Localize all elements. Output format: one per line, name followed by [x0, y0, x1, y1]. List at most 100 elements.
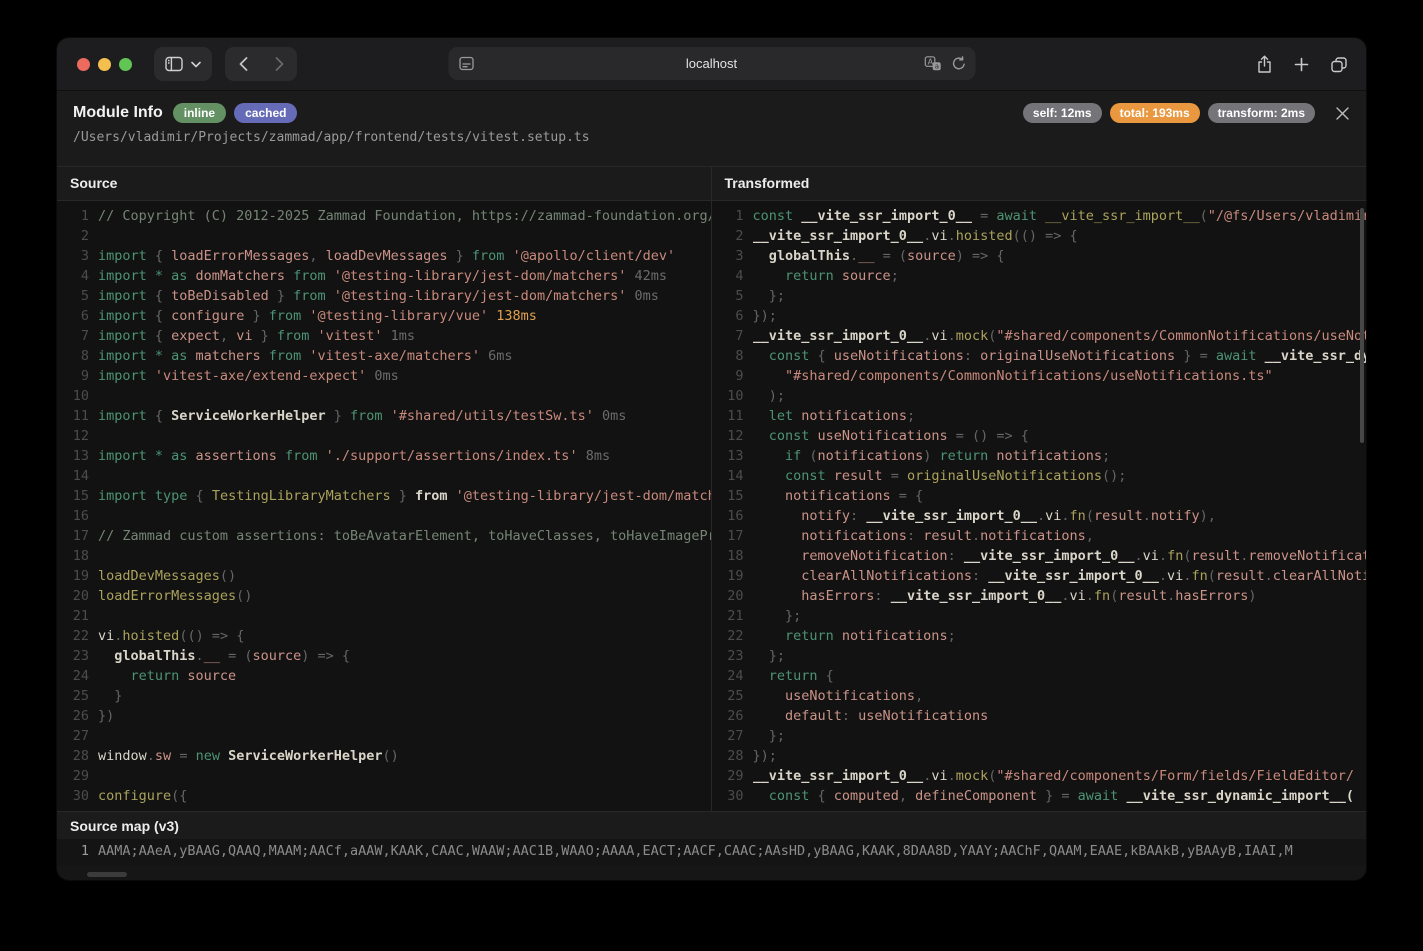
- line-number: 13: [57, 446, 89, 466]
- code-line: 25 }: [57, 686, 711, 706]
- code-line: 7__vite_ssr_import_0__.vi.mock("#shared/…: [712, 326, 1367, 346]
- tabs-overview-icon: [1330, 56, 1348, 73]
- code-line: 14: [57, 466, 711, 486]
- line-number: 15: [57, 486, 89, 506]
- share-button[interactable]: [1256, 55, 1273, 74]
- reader-icon[interactable]: [458, 56, 474, 71]
- code-line: 5 };: [712, 286, 1367, 306]
- source-panel-title: Source: [57, 167, 711, 201]
- code-line: 24 return {: [712, 666, 1367, 686]
- traffic-lights: [77, 58, 132, 71]
- line-number: 20: [57, 586, 89, 606]
- line-number: 17: [712, 526, 744, 546]
- transformed-panel-title: Transformed: [712, 167, 1367, 201]
- line-number: 16: [712, 506, 744, 526]
- code-line: 11 let notifications;: [712, 406, 1367, 426]
- module-info-header: Module Info inlinecached self: 12mstotal…: [57, 91, 1366, 166]
- transformed-code[interactable]: 1const __vite_ssr_import_0__ = await __v…: [712, 201, 1367, 811]
- line-number: 23: [57, 646, 89, 666]
- line-number: 6: [57, 306, 89, 326]
- sidebar-icon: [165, 56, 183, 72]
- vertical-scrollbar[interactable]: [1360, 208, 1364, 443]
- code-line: 29__vite_ssr_import_0__.vi.mock("#shared…: [712, 766, 1367, 786]
- chevron-down-icon: [191, 61, 201, 68]
- line-number: 5: [712, 286, 744, 306]
- forward-button[interactable]: [261, 47, 297, 81]
- module-path: /Users/vladimir/Projects/zammad/app/fron…: [73, 130, 1350, 145]
- line-number: 18: [712, 546, 744, 566]
- line-number: 19: [712, 566, 744, 586]
- code-line: 23 };: [712, 646, 1367, 666]
- reload-icon[interactable]: [951, 56, 966, 71]
- code-line: 3 globalThis.__ = (source) => {: [712, 246, 1367, 266]
- horizontal-scrollbar[interactable]: [87, 872, 127, 877]
- timing-badge-total: total: 193ms: [1110, 103, 1200, 123]
- line-number: 7: [712, 326, 744, 346]
- line-number: 30: [712, 786, 744, 806]
- new-tab-button[interactable]: [1294, 57, 1309, 72]
- code-line: 1const __vite_ssr_import_0__ = await __v…: [712, 206, 1367, 226]
- badge-cached: cached: [234, 103, 297, 123]
- code-line: 15 notifications = {: [712, 486, 1367, 506]
- code-line: 19loadDevMessages(): [57, 566, 711, 586]
- line-number: 24: [712, 666, 744, 686]
- code-line: 18: [57, 546, 711, 566]
- close-button[interactable]: [1335, 106, 1350, 121]
- line-number: 21: [57, 606, 89, 626]
- source-code[interactable]: 1// Copyright (C) 2012-2025 Zammad Found…: [57, 201, 711, 811]
- code-line: 11import { ServiceWorkerHelper } from '#…: [57, 406, 711, 426]
- line-number: 24: [57, 666, 89, 686]
- code-line: 8 const { useNotifications: originalUseN…: [712, 346, 1367, 366]
- line-number: 30: [57, 786, 89, 806]
- back-button[interactable]: [225, 47, 261, 81]
- code-line: 6import { configure } from '@testing-lib…: [57, 306, 711, 326]
- line-number: 26: [57, 706, 89, 726]
- traffic-light-zoom[interactable]: [119, 58, 132, 71]
- history-nav: [225, 47, 297, 81]
- translate-icon[interactable]: A a: [924, 56, 941, 71]
- line-number: 22: [712, 626, 744, 646]
- code-line: 6});: [712, 306, 1367, 326]
- line-number: 27: [57, 726, 89, 746]
- code-line: 30 const { computed, defineComponent } =…: [712, 786, 1367, 806]
- code-line: 27: [57, 726, 711, 746]
- code-line: 14 const result = originalUseNotificatio…: [712, 466, 1367, 486]
- line-number: 9: [712, 366, 744, 386]
- line-number: 17: [57, 526, 89, 546]
- line-number: 6: [712, 306, 744, 326]
- code-line: 13 if (notifications) return notificatio…: [712, 446, 1367, 466]
- url-field[interactable]: localhost A a: [448, 47, 975, 80]
- sidebar-toggle-button[interactable]: [154, 47, 212, 81]
- code-line: 2: [57, 226, 711, 246]
- line-number: 19: [57, 566, 89, 586]
- line-number: 12: [57, 426, 89, 446]
- line-number: 20: [712, 586, 744, 606]
- line-number: 7: [57, 326, 89, 346]
- code-line: 12: [57, 426, 711, 446]
- code-line: 17 notifications: result.notifications,: [712, 526, 1367, 546]
- code-line: 15import type { TestingLibraryMatchers }…: [57, 486, 711, 506]
- code-line: 23 globalThis.__ = (source) => {: [57, 646, 711, 666]
- module-badges: inlinecached: [173, 103, 298, 123]
- code-line: 5import { toBeDisabled } from '@testing-…: [57, 286, 711, 306]
- line-number: 21: [712, 606, 744, 626]
- chevron-left-icon: [239, 57, 248, 71]
- line-number: 27: [712, 726, 744, 746]
- code-line: 4import * as domMatchers from '@testing-…: [57, 266, 711, 286]
- traffic-light-close[interactable]: [77, 58, 90, 71]
- code-panels: Source 1// Copyright (C) 2012-2025 Zamma…: [57, 166, 1366, 811]
- sourcemap-code[interactable]: 1AAMA;AAeA,yBAAG,QAAQ,MAAM;AACf,aAAW,KAA…: [57, 839, 1366, 865]
- code-line: 16 notify: __vite_ssr_import_0__.vi.fn(r…: [712, 506, 1367, 526]
- tabs-overview-button[interactable]: [1330, 56, 1348, 73]
- code-line: 12 const useNotifications = () => {: [712, 426, 1367, 446]
- line-number: 16: [57, 506, 89, 526]
- code-line: 27 };: [712, 726, 1367, 746]
- line-number: 13: [712, 446, 744, 466]
- line-number: 4: [57, 266, 89, 286]
- code-line: 26 default: useNotifications: [712, 706, 1367, 726]
- transformed-panel: Transformed 1const __vite_ssr_import_0__…: [712, 167, 1367, 811]
- svg-text:A: A: [927, 57, 933, 66]
- line-number: 9: [57, 366, 89, 386]
- traffic-light-minimize[interactable]: [98, 58, 111, 71]
- share-icon: [1256, 55, 1273, 74]
